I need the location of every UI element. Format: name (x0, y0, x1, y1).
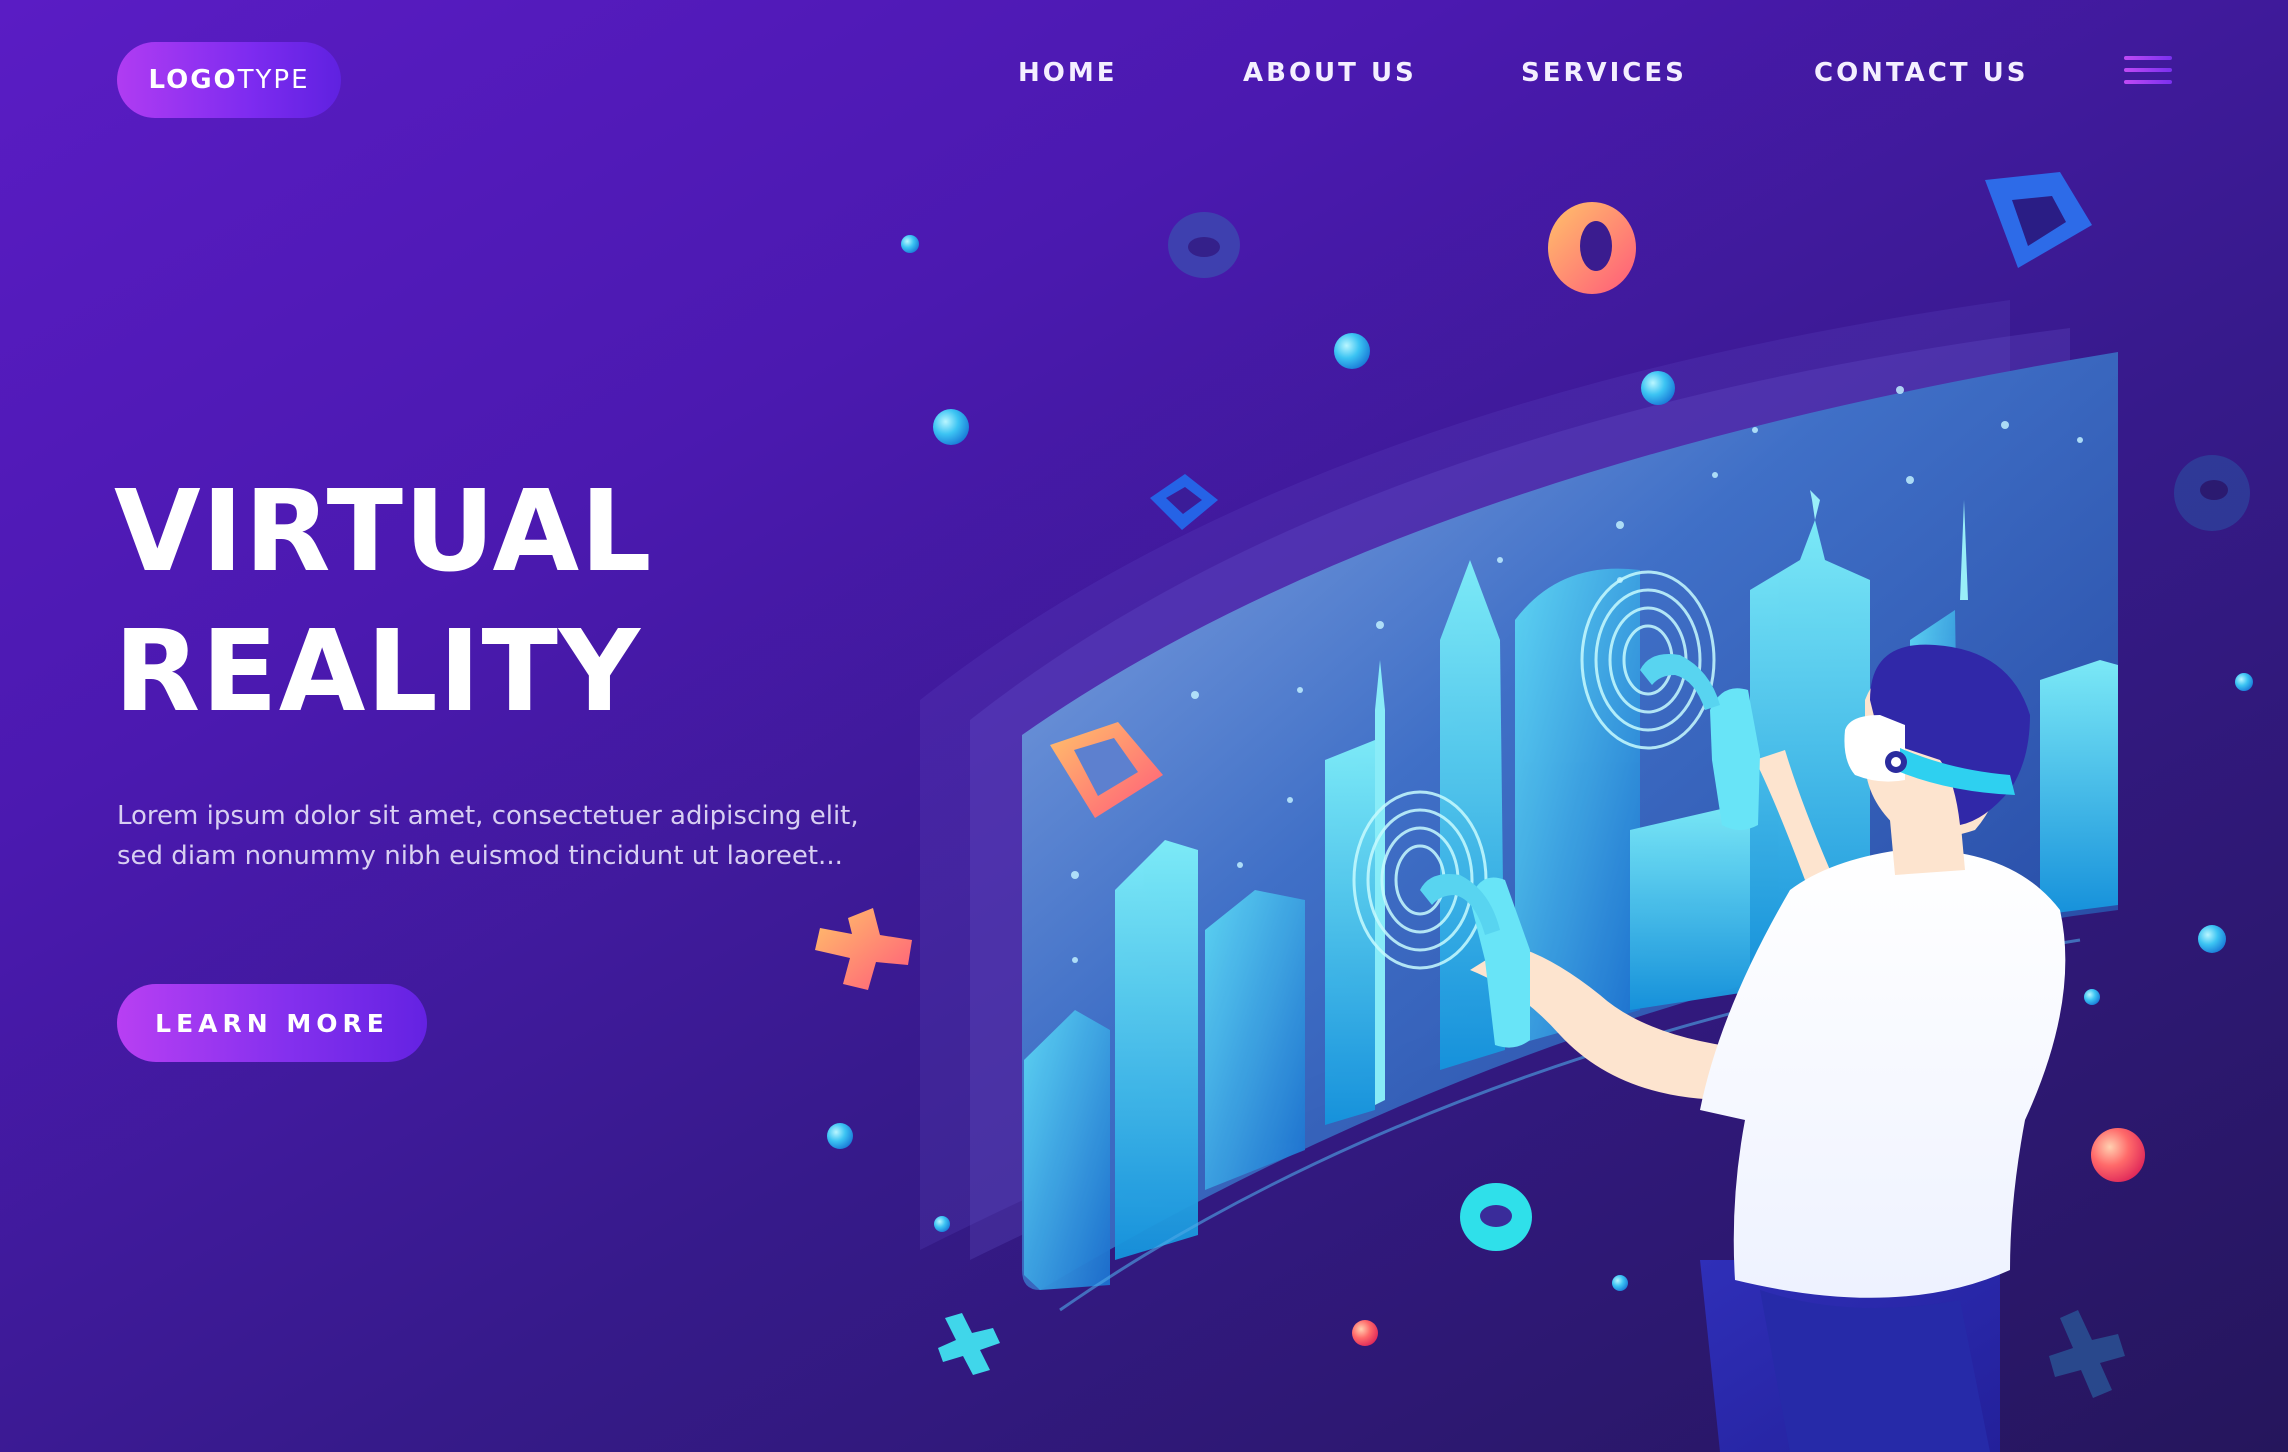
learn-more-button[interactable]: LEARN MORE (117, 984, 427, 1062)
nav-link-services[interactable]: SERVICES (1521, 58, 1687, 88)
menu-bar (2124, 56, 2172, 60)
nav-link-about-us[interactable]: ABOUT US (1243, 58, 1417, 88)
menu-bar (2124, 80, 2172, 84)
hero-title-line-2: REALITY (114, 607, 641, 737)
landing-page: LOGO TYPE HOME ABOUT US SERVICES CONTACT … (0, 0, 2288, 1452)
hero-title: VIRTUAL REALITY (114, 462, 653, 742)
hero-description: Lorem ipsum dolor sit amet, consectetuer… (117, 801, 859, 871)
torus-icon (1460, 1183, 1532, 1251)
nav-link-contact-us[interactable]: CONTACT US (1814, 58, 2029, 88)
hero-title-line-1: VIRTUAL (114, 467, 653, 597)
logo-light-text: TYPE (237, 65, 310, 95)
nav-link-home[interactable]: HOME (1018, 58, 1118, 88)
hamburger-menu-icon[interactable] (2124, 56, 2172, 96)
square-ring-icon (1985, 172, 2092, 268)
cross-icon (938, 1313, 1000, 1375)
torus-icon (1168, 212, 1240, 278)
torus-icon (1548, 202, 1636, 294)
cross-icon (2049, 1310, 2125, 1398)
logo-bold-text: LOGO (148, 65, 238, 95)
torus-icon (2174, 455, 2250, 531)
logotype[interactable]: LOGO TYPE (117, 42, 341, 118)
square-ring-icon (1150, 474, 1218, 530)
menu-bar (2124, 68, 2172, 72)
cross-icon (815, 908, 912, 990)
